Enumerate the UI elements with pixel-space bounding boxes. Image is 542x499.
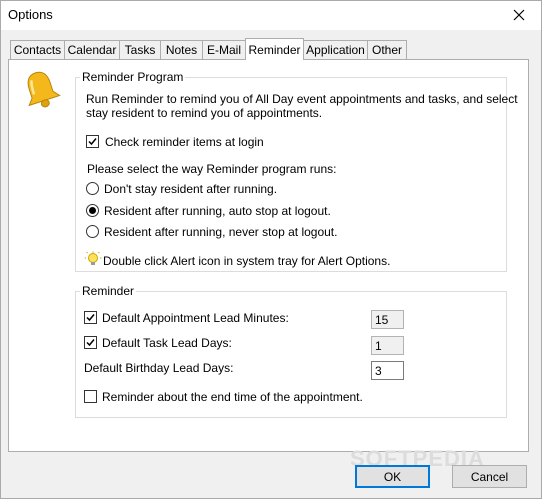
reminder-program-group-label: Reminder Program [80,70,186,84]
tab-email[interactable]: E-Mail [202,40,246,59]
tab-contacts[interactable]: Contacts [10,40,65,59]
end-time-reminder-label[interactable]: Reminder about the end time of the appoi… [102,390,363,404]
checkmark-icon [86,339,95,347]
reminder-group-label: Reminder [80,284,137,298]
checkmark-icon [88,138,97,146]
window-title: Options [8,7,53,22]
radio-dont-stay-resident-label[interactable]: Don't stay resident after running. [104,182,277,196]
bell-icon [27,71,61,108]
radio-selected-dot [89,207,96,214]
tab-notes[interactable]: Notes [160,40,203,59]
close-icon [513,9,525,21]
alert-hint: Double click Alert icon in system tray f… [103,254,391,268]
tab-tasks[interactable]: Tasks [119,40,161,59]
description-line-1: Run Reminder to remind you of All Day ev… [86,92,518,106]
ok-button[interactable]: OK [355,465,430,488]
end-time-reminder-checkbox[interactable] [84,390,97,403]
light-bulb-icon [84,251,102,265]
tab-calendar[interactable]: Calendar [64,40,120,59]
tab-reminder[interactable]: Reminder [245,38,304,60]
check-at-login-label[interactable]: Check reminder items at login [105,135,264,149]
task-lead-checkbox[interactable] [84,336,97,349]
radio-resident-never-stop[interactable] [86,225,99,238]
radio-dont-stay-resident[interactable] [86,182,99,195]
cancel-button[interactable]: Cancel [452,465,527,488]
tab-application[interactable]: Application [303,40,368,59]
title-bar: Options [0,0,542,30]
radio-resident-auto-stop-label[interactable]: Resident after running, auto stop at log… [104,204,331,218]
radio-resident-auto-stop[interactable] [86,204,99,217]
birthday-lead-label: Default Birthday Lead Days: [84,361,234,375]
birthday-lead-days-field[interactable]: 3 [371,361,404,380]
check-at-login-checkbox[interactable] [86,135,99,148]
appointment-lead-label[interactable]: Default Appointment Lead Minutes: [102,311,289,325]
tab-other[interactable]: Other [367,40,407,59]
appointment-lead-minutes-field[interactable]: 15 [371,310,404,329]
checkmark-icon [86,314,95,322]
description-line-2: stay resident to remind you of appointme… [86,106,323,120]
radio-resident-never-stop-label[interactable]: Resident after running, never stop at lo… [104,225,337,239]
close-button[interactable] [496,0,542,30]
task-lead-days-field[interactable]: 1 [371,336,404,355]
appointment-lead-checkbox[interactable] [84,311,97,324]
runs-prompt: Please select the way Reminder program r… [87,162,337,176]
task-lead-label[interactable]: Default Task Lead Days: [102,336,232,350]
